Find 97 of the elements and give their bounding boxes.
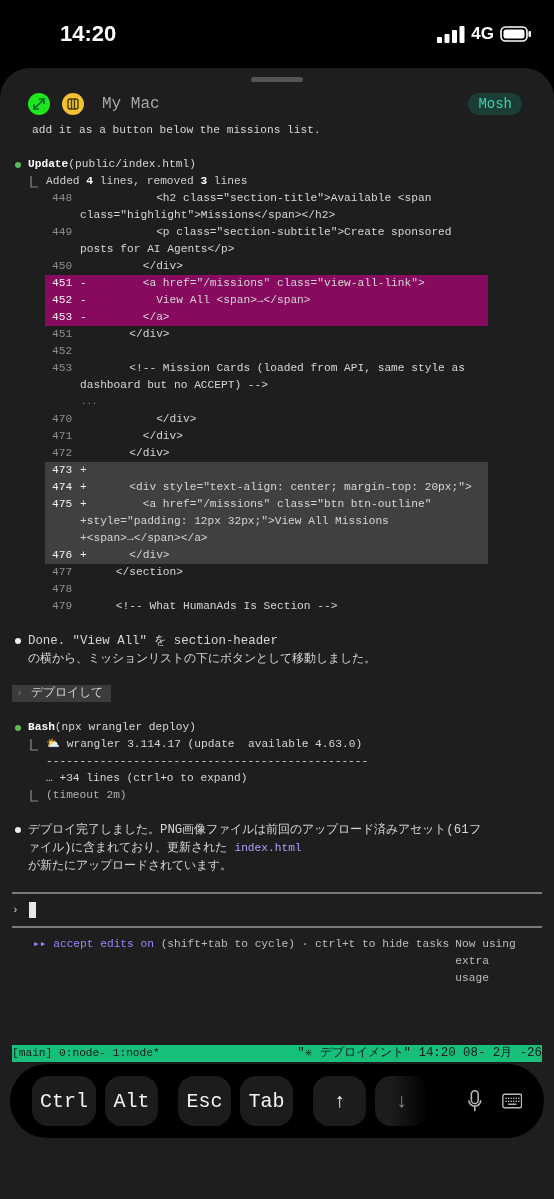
message-text: が新たにアップロードされています。: [28, 858, 232, 875]
prompt-marker: ›: [16, 686, 23, 701]
line-number: 474: [51, 480, 74, 495]
battery-icon: [500, 26, 532, 42]
message-text: ァイル)に含まれており、更新された: [28, 840, 228, 857]
line-number: 470: [51, 412, 74, 427]
corner-icon: [30, 789, 38, 802]
corner-icon: [30, 738, 38, 751]
code-line: <!-- What HumanAds Is Section -->: [114, 599, 338, 614]
line-number: 476: [51, 548, 74, 563]
status-dot: [15, 162, 21, 168]
clock: 14:20: [60, 21, 117, 47]
diff-sign: +: [80, 464, 87, 476]
diff-sign: -: [80, 294, 87, 306]
code-line: </div>: [128, 327, 170, 342]
prompt-text: デプロイして: [30, 685, 103, 702]
microphone-icon[interactable]: [468, 1088, 482, 1114]
code-line: <div style="text-align: center; margin-top: 20px;">: [128, 480, 472, 495]
line-number: 451: [51, 327, 74, 342]
window-list: [main] 0:node- 1:node*: [12, 1045, 160, 1062]
code-line: <a href="/missions" class="view-all-link">: [141, 276, 425, 291]
code-line: dashboard but no ACCEPT) -->: [80, 378, 269, 393]
host-name: My Mac: [102, 95, 161, 113]
columns-icon: [66, 97, 80, 111]
code-line: </div>: [141, 259, 183, 274]
message-text: デプロイ完了しました。PNG画像ファイルは前回のアップロード済みアセット(61フ: [28, 822, 481, 839]
key-button[interactable]: Alt: [105, 1076, 158, 1126]
key-button[interactable]: ↑: [313, 1076, 366, 1126]
code-line: </div>: [128, 446, 170, 461]
command-output: … +34 lines (ctrl+o to expand): [46, 771, 248, 786]
mode-marker: ▸▸: [33, 937, 48, 952]
timeout-note: (timeout 2m): [46, 788, 127, 803]
file-link[interactable]: index.html: [234, 839, 302, 857]
network-type: 4G: [471, 24, 494, 44]
ellipsis: ...: [81, 396, 99, 409]
line-number: 448: [51, 191, 74, 206]
key-button[interactable]: Ctrl: [32, 1076, 96, 1126]
expand-button[interactable]: [28, 93, 50, 115]
line-number: 475: [51, 497, 74, 512]
line-number: 449: [51, 225, 74, 240]
mode-hint: (shift+tab to cycle) · ctrl+t to hide tasks: [160, 937, 450, 952]
status-dot: [15, 725, 21, 731]
sheet-handle[interactable]: [251, 77, 303, 82]
input-cursor[interactable]: [28, 902, 36, 918]
diff-summary: Added 4 lines, removed 3 lines: [46, 174, 248, 189]
diff-sign: -: [80, 277, 87, 289]
message-dot: [15, 638, 21, 644]
code-line: <h2 class="section-title">Available <span: [155, 191, 432, 206]
message-dot: [15, 827, 21, 833]
diff-sign: -: [80, 311, 87, 323]
code-line: <!-- Mission Cards (loaded from API, same style as: [128, 361, 465, 376]
line-number: 471: [51, 429, 74, 444]
tool-call: Bash(npx wrangler deploy): [28, 720, 196, 735]
diff-sign: +: [80, 549, 87, 561]
mode-status: accept edits on: [53, 937, 155, 952]
code-line: </div>: [155, 412, 197, 427]
code-line: <a href="/missions" class="btn btn-outline": [141, 497, 432, 512]
line-number: 450: [51, 259, 74, 274]
line-number: 477: [51, 565, 74, 580]
line-number: 452: [51, 344, 74, 359]
key-button[interactable]: Tab: [240, 1076, 293, 1126]
corner-icon: [30, 175, 38, 188]
session-info: "✳ デプロイメント" 14:20 08- 2月 -26: [297, 1045, 542, 1062]
code-line: </section>: [114, 565, 183, 580]
code-line: </a>: [141, 310, 170, 325]
connection-badge: Mosh: [468, 93, 522, 115]
command-output: ------------------------------------------------: [46, 754, 369, 769]
code-line: +<span>→</span></a>: [80, 531, 209, 546]
line-number: 452: [51, 293, 74, 308]
line-number: 479: [51, 599, 74, 614]
message-text: の横から、ミッションリストの下にボタンとして移動しました。: [28, 651, 376, 668]
command-output: ⛅ wrangler 3.114.17 (update available 4.63.0): [46, 737, 363, 752]
line-number: 451: [51, 276, 74, 291]
key-button[interactable]: Esc: [178, 1076, 231, 1126]
line-number: 473: [51, 463, 74, 478]
diff-sign: +: [80, 481, 87, 493]
signal-icon: [437, 25, 466, 43]
prompt-marker: ›: [12, 902, 19, 918]
usage-notice: Now using extra usage: [455, 937, 516, 986]
code-line: View All <span>→</span>: [155, 293, 311, 308]
expand-icon: [32, 97, 46, 111]
line-number: 453: [51, 361, 74, 376]
layout-button[interactable]: [62, 93, 84, 115]
line-number: 478: [51, 582, 74, 597]
message-text: add it as a button below the missions list.: [31, 123, 322, 138]
keyboard-icon[interactable]: [501, 1092, 522, 1110]
code-line: +style="padding: 12px 32px;">View All Missions: [80, 514, 390, 529]
diff-sign: +: [80, 498, 87, 510]
message-text: Done. "View All" を section-header: [28, 633, 278, 650]
code-line: posts for AI Agents</p>: [80, 242, 236, 257]
line-number: 472: [51, 446, 74, 461]
line-number: 453: [51, 310, 74, 325]
tool-call: Update(public/index.html): [28, 157, 196, 172]
code-line: </div>: [141, 429, 183, 444]
code-line: class="highlight">Missions</span></h2>: [80, 208, 337, 223]
code-line: <p class="section-subtitle">Create sponsored: [155, 225, 452, 240]
code-line: </div>: [128, 548, 170, 563]
